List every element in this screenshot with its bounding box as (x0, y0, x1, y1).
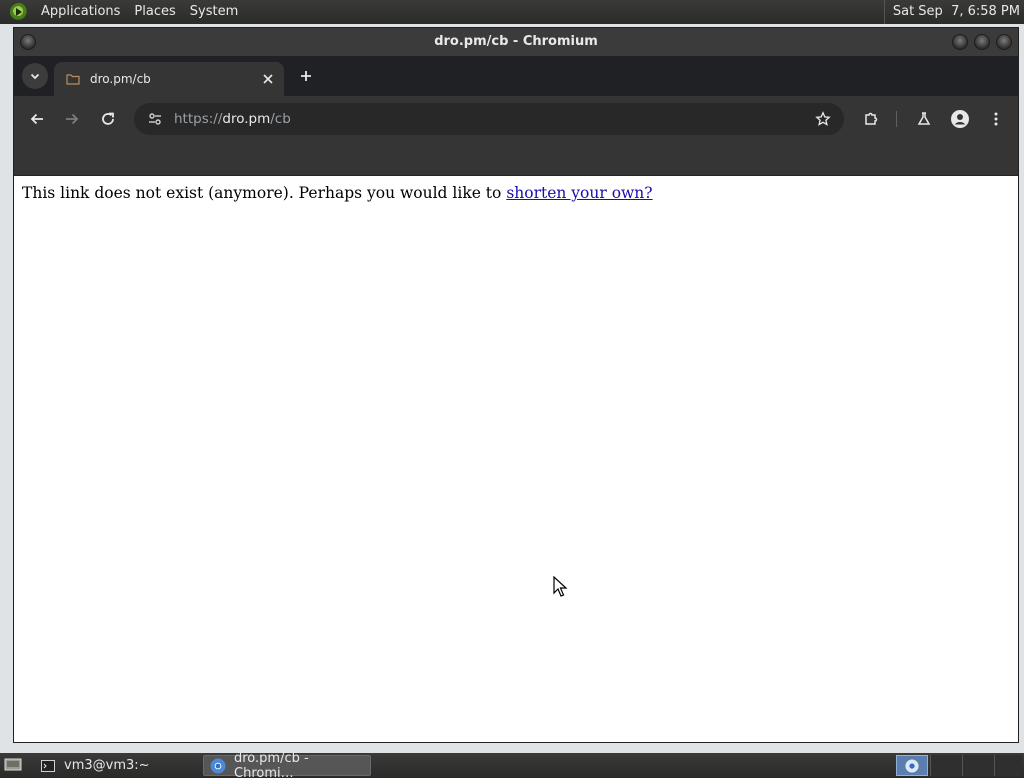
chromium-icon (905, 758, 919, 773)
workspace-2-button[interactable] (930, 755, 962, 776)
page-content: This link does not exist (anymore). Perh… (14, 176, 1018, 742)
plus-icon (301, 71, 311, 81)
taskbar-terminal[interactable]: vm3@vm3:~ (34, 755, 194, 776)
menu-system[interactable]: System (183, 0, 245, 24)
url-text[interactable]: https://dro.pm/cb (174, 111, 291, 127)
menu-places[interactable]: Places (127, 0, 182, 24)
menu-applications[interactable]: Applications (34, 0, 127, 24)
new-tab-button[interactable] (294, 64, 318, 88)
url-scheme: https:// (174, 111, 223, 127)
tab-search-button[interactable] (22, 63, 48, 89)
puzzle-icon (865, 112, 878, 125)
reload-icon (102, 112, 114, 125)
window-title: dro.pm/cb - Chromium (434, 34, 598, 49)
taskbar-chromium[interactable]: dro.pm/cb - Chromi… (203, 751, 371, 778)
tab-title: dro.pm/cb (90, 72, 151, 86)
toolbar-divider (896, 111, 897, 127)
url-host: dro.pm (222, 111, 271, 127)
browser-toolbar: https://dro.pm/cb (14, 96, 1018, 142)
window-menu-button[interactable] (20, 34, 36, 50)
terminal-icon (40, 758, 56, 774)
forward-button[interactable] (57, 104, 87, 134)
taskbar-chromium-label: dro.pm/cb - Chromi… (234, 750, 309, 778)
page-message: This link does not exist (anymore). Perh… (22, 184, 1018, 202)
tune-icon (149, 113, 161, 125)
more-vert-icon (994, 112, 998, 126)
chromium-window: dro.pm/cb - Chromium dro.pm/cb https://d… (13, 27, 1019, 743)
window-titlebar[interactable]: dro.pm/cb - Chromium (14, 28, 1018, 56)
bookmarks-bar (14, 142, 1018, 176)
bottom-panel: vm3@vm3:~ dro.pm/cb - Chromi… (0, 751, 1024, 778)
arrow-left-icon (30, 113, 43, 125)
panel-clock[interactable]: Sat Sep 7, 6:58 PM (883, 0, 1020, 24)
workspace-4-button[interactable] (994, 755, 1022, 776)
tab-active[interactable]: dro.pm/cb (54, 62, 284, 96)
url-path: /cb (270, 111, 291, 127)
minimize-button[interactable] (952, 34, 968, 50)
message-text: This link does not exist (anymore). Perh… (22, 184, 507, 202)
profile-button[interactable] (945, 104, 975, 134)
tab-close-button[interactable] (258, 69, 278, 89)
bookmark-star-button[interactable] (808, 104, 838, 134)
mouse-cursor-icon (553, 576, 568, 597)
labs-button[interactable] (909, 104, 939, 134)
tab-strip: dro.pm/cb (14, 56, 1018, 96)
shorten-link[interactable]: shorten your own? (506, 184, 652, 202)
top-panel: Applications Places System Sat Sep 7, 6:… (0, 0, 1024, 24)
extensions-button[interactable] (856, 104, 886, 134)
close-window-button[interactable] (996, 34, 1012, 50)
site-info-button[interactable] (140, 104, 170, 134)
star-icon (815, 111, 831, 126)
address-bar[interactable]: https://dro.pm/cb (134, 103, 844, 135)
mate-logo-icon[interactable] (10, 3, 28, 21)
taskbar-terminal-label: vm3@vm3:~ (64, 758, 150, 773)
show-desktop-button[interactable] (3, 756, 23, 774)
folder-favicon-icon (66, 72, 80, 86)
flask-icon (917, 112, 931, 125)
chromium-icon (210, 758, 226, 774)
arrow-right-icon (66, 113, 79, 125)
maximize-button[interactable] (974, 34, 990, 50)
workspace-1-button[interactable] (896, 755, 928, 776)
desktop-icon (4, 758, 22, 771)
close-icon (263, 74, 273, 84)
menu-button[interactable] (981, 104, 1011, 134)
profile-icon (951, 110, 969, 128)
back-button[interactable] (22, 104, 52, 134)
workspace-3-button[interactable] (962, 755, 994, 776)
chevron-down-icon (30, 73, 40, 80)
reload-button[interactable] (93, 104, 123, 134)
